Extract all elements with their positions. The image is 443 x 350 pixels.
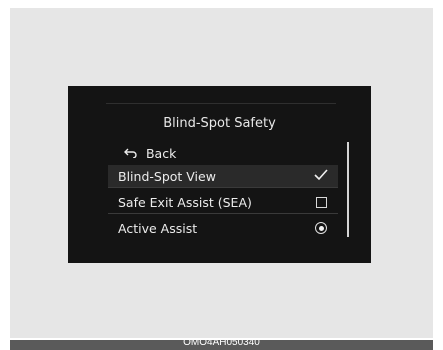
radio-dot bbox=[318, 225, 324, 231]
back-label: Back bbox=[145, 145, 177, 161]
row-divider bbox=[108, 213, 338, 214]
back-label-wrap: Back bbox=[108, 146, 338, 161]
blind-spot-view-checkbox[interactable] bbox=[310, 168, 332, 184]
scrollbar[interactable] bbox=[347, 142, 349, 237]
infotainment-screen: Blind-Spot Safety Back Blind-Spot View S… bbox=[68, 86, 371, 263]
figure-code: OMO4AH050340 bbox=[183, 337, 260, 348]
menu-item-safe-exit-assist[interactable]: Safe Exit Assist (SEA) bbox=[108, 191, 338, 213]
menu-item-blind-spot-view[interactable]: Blind-Spot View bbox=[108, 165, 338, 187]
checkmark-icon bbox=[314, 168, 328, 184]
empty-checkbox-icon bbox=[315, 196, 327, 208]
top-divider bbox=[106, 103, 336, 104]
radio-selected-icon bbox=[315, 222, 327, 234]
caption-bar: OMO4AH050340 bbox=[10, 337, 433, 350]
menu-item-label: Active Assist bbox=[118, 220, 198, 236]
menu-title: Blind-Spot Safety bbox=[163, 116, 276, 131]
menu-item-label: Safe Exit Assist (SEA) bbox=[118, 194, 252, 210]
safe-exit-assist-checkbox[interactable] bbox=[310, 196, 332, 208]
menu-item-active-assist[interactable]: Active Assist bbox=[108, 217, 338, 239]
back-button[interactable]: Back bbox=[108, 142, 338, 164]
menu-item-label: Blind-Spot View bbox=[118, 168, 216, 184]
back-arrow-icon bbox=[124, 146, 138, 161]
row-divider bbox=[108, 187, 338, 188]
active-assist-radio[interactable] bbox=[310, 222, 332, 234]
